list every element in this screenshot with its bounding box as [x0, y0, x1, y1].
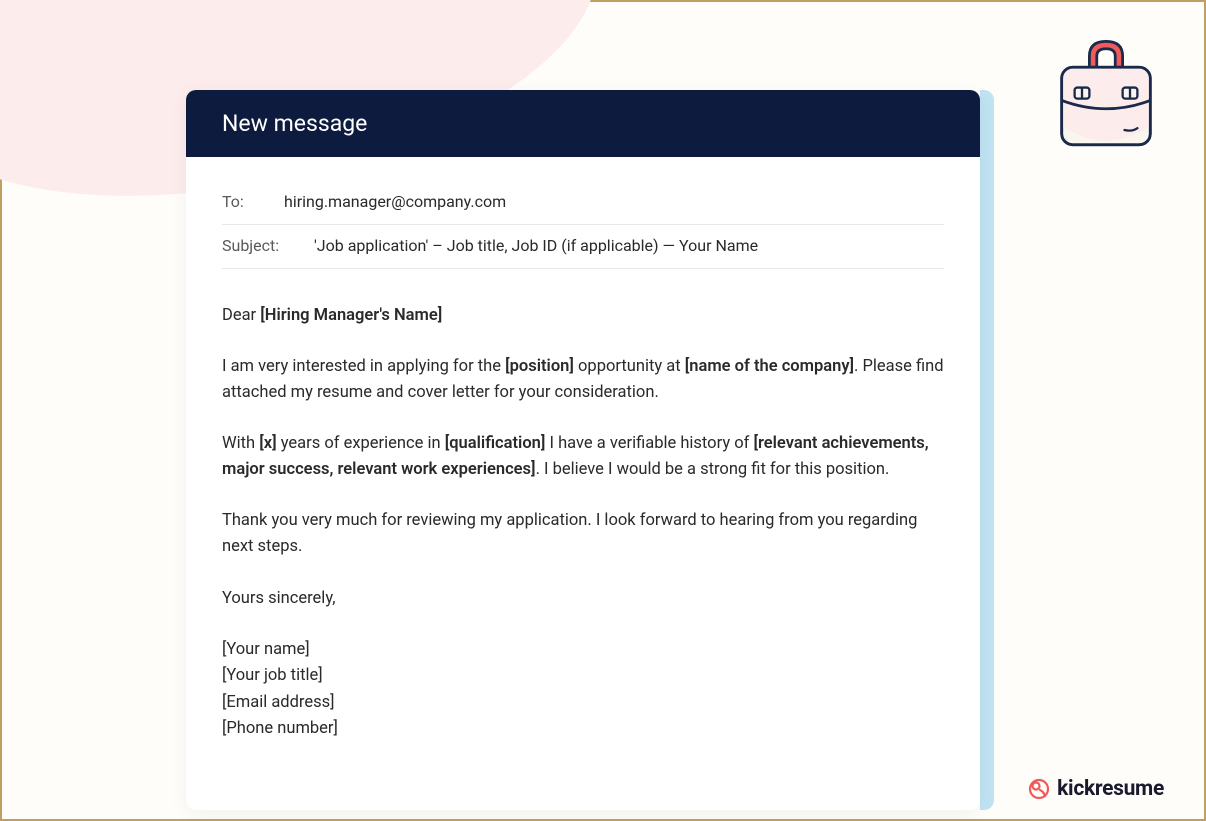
brand-logo: kickresume — [1027, 777, 1164, 801]
signature-phone: [Phone number] — [222, 716, 944, 742]
subject-label: Subject: — [222, 234, 304, 259]
paragraph-thanks: Thank you very much for reviewing my app… — [222, 508, 944, 559]
paragraph-experience: With [x] years of experience in [qualifi… — [222, 431, 944, 482]
to-field-row: To: hiring.manager@company.com — [222, 181, 944, 225]
compose-header: New message — [186, 90, 980, 157]
brand-name: kickresume — [1057, 777, 1164, 801]
company-placeholder: [name of the company] — [685, 357, 854, 376]
email-compose-card: New message To: hiring.manager@company.c… — [186, 90, 980, 810]
greeting-name-placeholder: [Hiring Manager's Name] — [260, 306, 442, 325]
greeting-prefix: Dear — [222, 306, 260, 325]
signature-email: [Email address] — [222, 690, 944, 716]
compose-title: New message — [222, 110, 367, 137]
signature-title: [Your job title] — [222, 663, 944, 689]
signoff: Yours sincerely, — [222, 586, 944, 612]
card-accent-shadow — [980, 90, 994, 810]
paragraph-interest: I am very interested in applying for the… — [222, 354, 944, 405]
subject-value[interactable]: 'Job application' – Job title, Job ID (i… — [314, 234, 758, 259]
email-content[interactable]: Dear [Hiring Manager's Name] I am very i… — [222, 303, 944, 743]
years-placeholder: [x] — [259, 434, 276, 453]
to-value[interactable]: hiring.manager@company.com — [284, 190, 506, 215]
briefcase-icon — [1050, 34, 1162, 154]
to-label: To: — [222, 190, 274, 215]
kickresume-icon — [1027, 777, 1051, 801]
greeting-line: Dear [Hiring Manager's Name] — [222, 303, 944, 329]
signature-name: [Your name] — [222, 637, 944, 663]
position-placeholder: [position] — [505, 357, 574, 376]
subject-field-row: Subject: 'Job application' – Job title, … — [222, 225, 944, 269]
qualification-placeholder: [qualification] — [445, 434, 546, 453]
